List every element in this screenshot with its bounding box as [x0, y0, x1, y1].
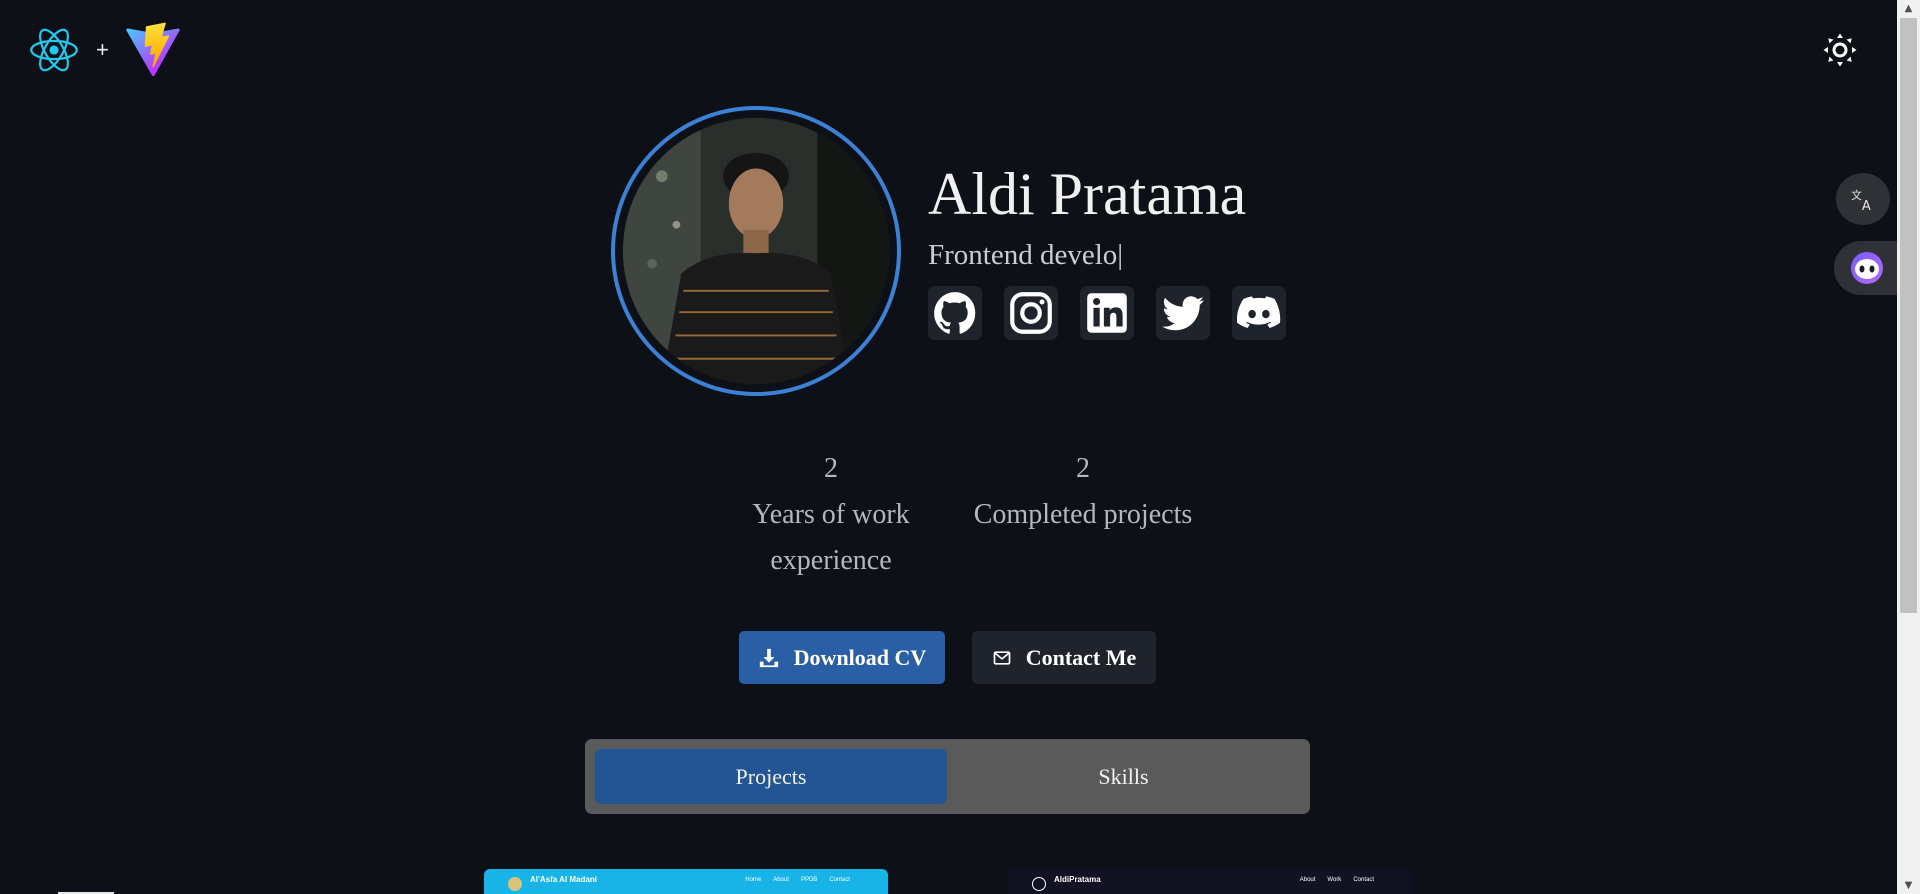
profile-photo [623, 118, 889, 384]
translate-button[interactable]: 文 A [1836, 173, 1890, 225]
project-brand: AldiPratama [1054, 875, 1101, 884]
hero-name: Aldi Pratama [928, 161, 1247, 227]
project-nav-item: Home [745, 877, 762, 883]
stat-experience: 2 Years of work experience [735, 446, 927, 584]
stat-label-line1: Years of work [752, 499, 910, 530]
project-nav-item: About [773, 877, 789, 883]
scroll-down-arrow-icon[interactable]: ▼ [1897, 877, 1920, 894]
chatbot-button[interactable] [1834, 241, 1904, 295]
project-nav-item: Contact [829, 877, 850, 883]
stat-value: 2 [1076, 453, 1090, 484]
project-nav-item: About [1299, 877, 1316, 883]
project-nav-item: PPDB [800, 877, 818, 883]
instagram-link[interactable] [1004, 286, 1058, 340]
tab-skills[interactable]: Skills [947, 749, 1300, 804]
github-link[interactable] [928, 286, 982, 340]
scroll-thumb[interactable] [1900, 18, 1917, 613]
scroll-up-arrow-icon[interactable]: ▲ [1897, 0, 1920, 17]
project-logo-icon [1032, 877, 1046, 891]
instagram-icon [1010, 292, 1052, 334]
stat-label-line2: experience [770, 545, 892, 576]
section-tabs: Projects Skills [585, 739, 1310, 814]
project-nav: About Work Contact [1300, 877, 1374, 883]
logo-plus: + [96, 37, 109, 62]
mail-icon [993, 650, 1011, 665]
download-cv-label: Download CV [793, 644, 927, 670]
tab-projects[interactable]: Projects [595, 749, 947, 804]
header-logos: + [28, 22, 181, 78]
discord-link[interactable] [1232, 286, 1286, 340]
twitter-icon [1162, 296, 1204, 331]
discord-icon [1236, 296, 1281, 328]
contact-me-label: Contact Me [1025, 644, 1137, 670]
translate-icon: 文 A [1851, 188, 1871, 212]
scrollbar[interactable]: ▲ ▼ [1897, 0, 1920, 894]
linkedin-link[interactable] [1080, 286, 1134, 340]
stat-value: 2 [824, 453, 838, 484]
project-logo-icon [508, 877, 522, 891]
project-brand: Al'Asfa Al Madani [530, 875, 597, 884]
vite-logo-icon [126, 22, 180, 77]
page: + 文 A ▲ ▼ Aldi Pratama Frontend develo| … [0, 0, 1920, 894]
linkedin-icon [1087, 293, 1127, 333]
svg-text:A: A [1862, 199, 1871, 212]
project-card-2[interactable]: AldiPratama About Work Contact [1008, 869, 1412, 894]
hero-role-typewriter: Frontend develo| [928, 239, 1124, 271]
avatar [623, 118, 889, 384]
sun-icon[interactable] [1822, 32, 1858, 68]
download-icon [759, 648, 778, 667]
github-icon [934, 292, 976, 334]
project-nav-item: Contact [1353, 877, 1374, 883]
stat-projects: 2 Completed projects [958, 446, 1208, 538]
chatbot-icon [1851, 252, 1883, 284]
project-card-1[interactable]: Al'Asfa Al Madani Home About PPDB Contac… [484, 869, 888, 894]
react-logo-icon [30, 28, 78, 72]
contact-me-button[interactable]: Contact Me [972, 631, 1156, 684]
avatar-ring [611, 106, 901, 396]
stat-label-line1: Completed projects [973, 499, 1193, 530]
project-nav: Home About PPDB Contact [745, 877, 850, 883]
download-cv-button[interactable]: Download CV [739, 631, 945, 684]
svg-text:文: 文 [1851, 188, 1862, 202]
social-links [928, 286, 1286, 340]
twitter-link[interactable] [1156, 286, 1210, 340]
project-nav-item: Work [1327, 877, 1342, 883]
